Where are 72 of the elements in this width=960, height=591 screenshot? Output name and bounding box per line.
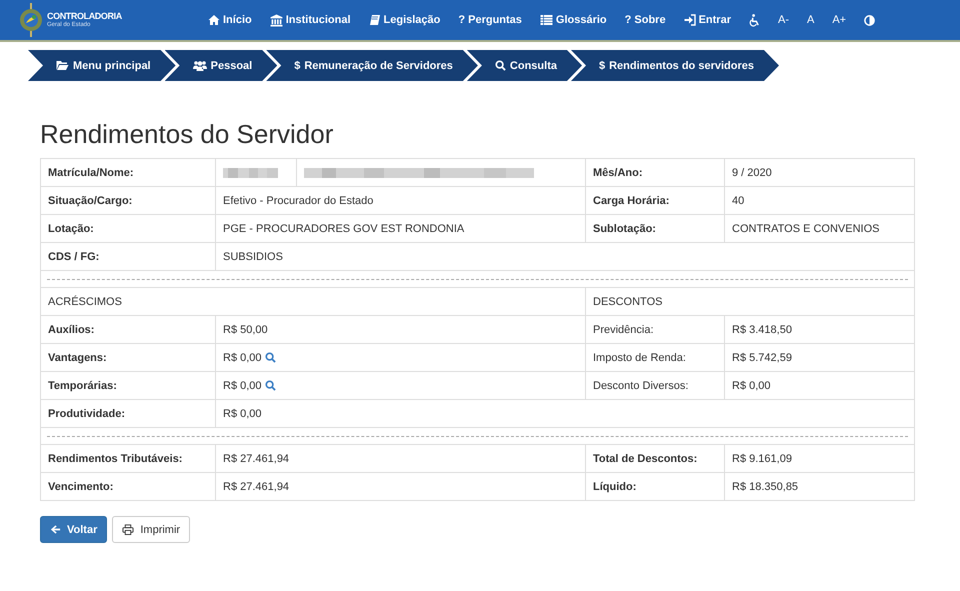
nav-link[interactable]: Legislação	[368, 14, 440, 26]
field-value: R$ 27.461,94	[216, 445, 586, 473]
field-value: R$ 5.742,59	[725, 344, 915, 372]
breadcrumb-item[interactable]: Consulta	[466, 50, 582, 81]
font-size-link[interactable]: A+	[832, 14, 846, 26]
field-label: Líquido:	[586, 473, 725, 501]
field-value: R$ 27.461,94	[216, 473, 586, 501]
field-value: PGE - PROCURADORES GOV EST RONDONIA	[216, 215, 586, 243]
field-label: Carga Horária:	[586, 187, 725, 215]
field-label: Produtividade:	[41, 400, 216, 428]
field-label: Imposto de Renda:	[586, 344, 725, 372]
emblem-icon[interactable]	[18, 3, 44, 37]
nav-link[interactable]: Início	[208, 14, 252, 26]
nav-link[interactable]: Entrar	[684, 14, 731, 26]
contrast-icon[interactable]	[864, 14, 876, 26]
field-value: R$ 0,00	[223, 352, 262, 364]
font-size-link[interactable]: A	[806, 14, 814, 26]
print-button[interactable]: Imprimir	[112, 516, 190, 543]
breadcrumb-item[interactable]: $ Remuneração de Servidores	[266, 50, 478, 81]
field-label: Lotação:	[41, 215, 216, 243]
field-label: Desconto Diversos:	[586, 372, 725, 400]
field-value: Efetivo - Procurador do Estado	[216, 187, 586, 215]
search-icon[interactable]	[264, 380, 276, 391]
breadcrumb-item[interactable]: $ Rendimentos do servidores	[570, 50, 779, 81]
nav-link[interactable]: Institucional	[270, 14, 351, 26]
section-heading: DESCONTOS	[586, 288, 915, 316]
breadcrumb-item[interactable]: Pessoal	[164, 50, 278, 81]
field-label: Situação/Cargo:	[41, 187, 216, 215]
home-icon	[208, 14, 220, 26]
field-label: Vantagens:	[41, 344, 216, 372]
blurred-text	[223, 168, 278, 178]
field-value: 9 / 2020	[725, 159, 915, 187]
field-value: R$ 0,00	[725, 372, 915, 400]
arrow-left-icon	[50, 524, 61, 535]
field-value: CONTRATOS E CONVENIOS	[725, 215, 915, 243]
back-button[interactable]: Voltar	[40, 516, 108, 543]
logo-title: CONTROLADORIA	[47, 12, 122, 21]
field-value: R$ 9.161,09	[725, 445, 915, 473]
field-label: Sublotação:	[586, 215, 725, 243]
book-icon	[368, 14, 381, 26]
list-icon	[540, 14, 553, 26]
field-value: R$ 18.350,85	[725, 473, 915, 501]
field-value: R$ 0,00	[223, 408, 262, 420]
folder-icon	[56, 60, 69, 71]
field-label: Rendimentos Tributáveis:	[41, 445, 216, 473]
field-label: Auxílios:	[41, 316, 216, 344]
field-label: Temporárias:	[41, 372, 216, 400]
section-heading: ACRÉSCIMOS	[41, 288, 586, 316]
field-value: R$ 0,00	[223, 380, 262, 392]
field-value: R$ 50,00	[223, 324, 268, 336]
field-label: Previdência:	[586, 316, 725, 344]
field-value: R$ 3.418,50	[725, 316, 915, 344]
nav-link[interactable]: ? Sobre	[624, 14, 666, 26]
nav-link[interactable]: ? Perguntas	[458, 14, 522, 26]
printer-icon	[122, 524, 134, 535]
field-value: SUBSIDIOS	[216, 243, 915, 271]
font-size-link[interactable]: A-	[778, 14, 789, 26]
bank-icon	[270, 14, 283, 26]
wheelchair-icon[interactable]	[748, 14, 760, 26]
breadcrumb-item[interactable]: Menu principal	[28, 50, 176, 81]
field-label: Vencimento:	[41, 473, 216, 501]
nav-link[interactable]: Glossário	[540, 14, 607, 26]
field-label: CDS / FG:	[41, 243, 216, 271]
sign-in-icon	[684, 14, 696, 26]
users-icon	[192, 60, 207, 71]
field-value: 40	[725, 187, 915, 215]
field-label: Total de Descontos:	[586, 445, 725, 473]
page-title: Rendimentos do Servidor	[40, 119, 334, 149]
field-label: Matrícula/Nome:	[41, 159, 216, 187]
search-icon	[494, 60, 506, 71]
field-label: Mês/Ano:	[586, 159, 725, 187]
search-icon[interactable]	[264, 352, 276, 363]
